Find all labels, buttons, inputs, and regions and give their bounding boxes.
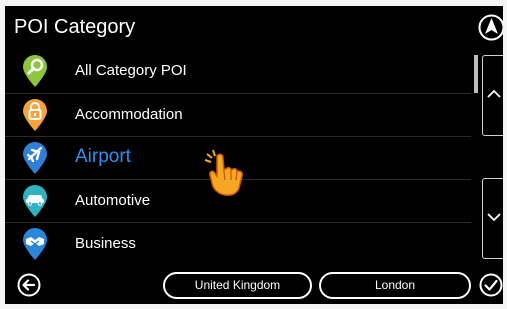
airplane-icon bbox=[23, 142, 47, 174]
list-item-label: Business bbox=[75, 235, 136, 252]
list-item-all-category-poi[interactable]: All Category POI bbox=[5, 50, 471, 92]
list-item-label: Automotive bbox=[75, 192, 151, 209]
bottom-bar: United Kingdom London bbox=[5, 266, 503, 304]
lock-icon bbox=[23, 99, 47, 131]
list-item-business[interactable]: Business bbox=[5, 222, 471, 265]
list-item-accommodation[interactable]: Accommodation bbox=[5, 93, 471, 136]
handshake-icon bbox=[23, 228, 47, 260]
city-selector-button[interactable]: London bbox=[319, 272, 471, 299]
scroll-thumb[interactable] bbox=[474, 55, 478, 93]
page-title: POI Category bbox=[14, 16, 136, 38]
poi-category-screen: POI Category All Category POI Accommodat… bbox=[5, 6, 503, 304]
country-selector-button[interactable]: United Kingdom bbox=[163, 272, 312, 299]
chevron-down-icon bbox=[487, 213, 501, 222]
chevron-up-icon bbox=[487, 89, 501, 98]
car-icon bbox=[23, 185, 47, 217]
compass-north-icon[interactable] bbox=[478, 14, 503, 41]
list-item-label: Accommodation bbox=[75, 106, 183, 123]
scroll-up-button[interactable] bbox=[482, 55, 503, 136]
list-item-label: Airport bbox=[75, 146, 131, 167]
scroll-down-button[interactable] bbox=[482, 178, 503, 259]
pointer-hand-icon bbox=[204, 150, 243, 196]
list-item-label: All Category POI bbox=[75, 62, 187, 79]
confirm-checkmark-icon[interactable] bbox=[479, 273, 503, 297]
search-icon bbox=[23, 55, 47, 87]
back-arrow-icon[interactable] bbox=[17, 273, 41, 297]
title-bar: POI Category bbox=[5, 6, 481, 50]
